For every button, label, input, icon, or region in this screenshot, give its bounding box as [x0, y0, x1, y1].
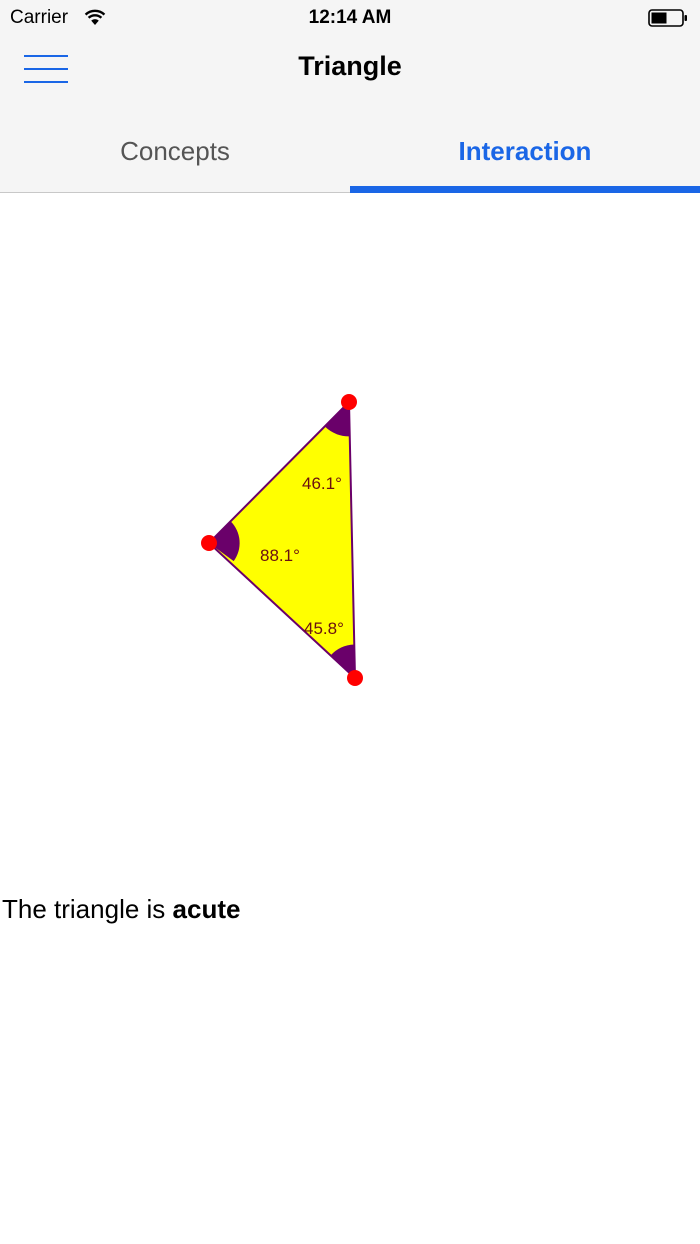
navigation-bar: Triangle [0, 36, 700, 112]
status-time: 12:14 AM [308, 7, 392, 28]
angle-label-top: 46.1° [302, 474, 342, 493]
triangle-canvas: 46.1° 88.1° 45.8° [201, 394, 363, 686]
status-bar: Carrier 12:14 AM [0, 0, 700, 36]
angle-label-bottom: 45.8° [304, 619, 344, 638]
menu-button[interactable] [22, 50, 70, 90]
triangle-type: acute [172, 894, 241, 924]
result-prefix: The triangle is [2, 894, 173, 924]
tab-concepts[interactable]: Concepts [0, 112, 350, 192]
vertex-handle-bottom[interactable] [347, 670, 363, 686]
vertex-handle-top[interactable] [341, 394, 357, 410]
angle-label-left: 88.1° [260, 546, 300, 565]
classification-result: The triangle is acute [2, 894, 240, 925]
page-title: Triangle [298, 51, 402, 81]
tab-bar: Concepts Interaction [0, 112, 700, 193]
vertex-handle-left[interactable] [201, 535, 217, 551]
tab-interaction[interactable]: Interaction [350, 112, 700, 192]
battery-icon [648, 9, 687, 27]
hamburger-menu-icon[interactable] [24, 54, 68, 84]
